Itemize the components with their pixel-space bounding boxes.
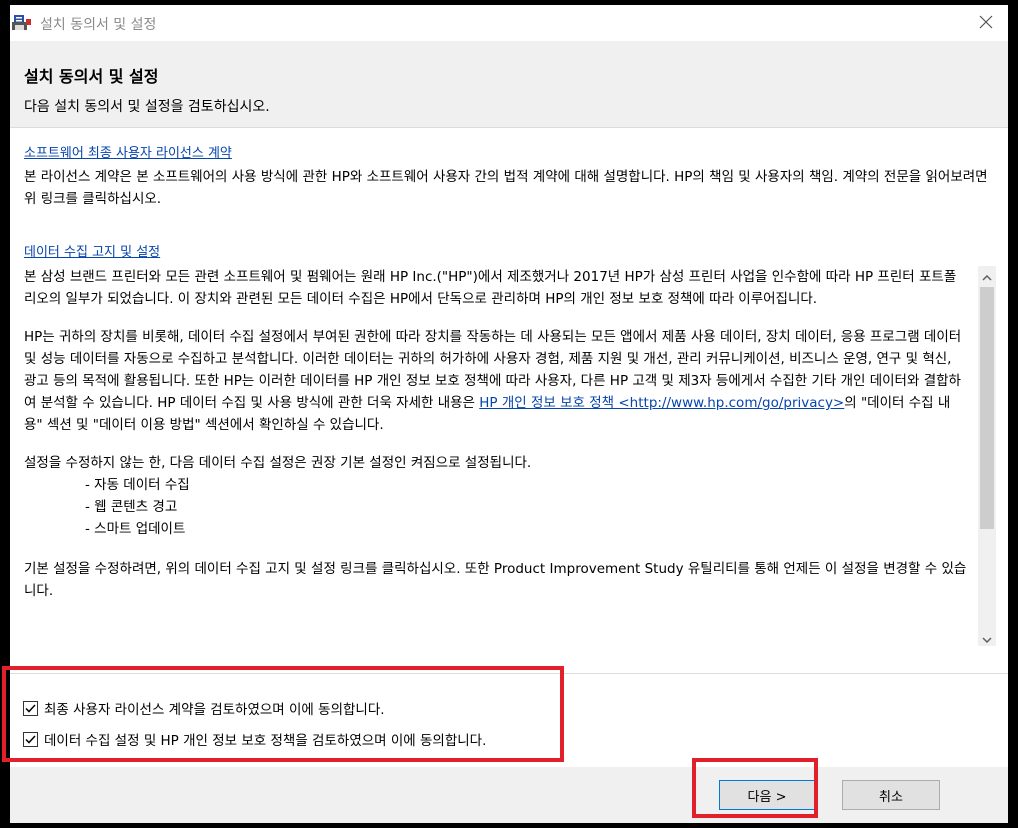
eula-link[interactable]: 소프트웨어 최종 사용자 라이선스 계약 bbox=[24, 142, 232, 161]
printer-installer-icon bbox=[12, 14, 32, 32]
title-bar: 설치 동의서 및 설정 bbox=[10, 5, 1008, 41]
content-pane: 소프트웨어 최종 사용자 라이선스 계약 본 라이선스 계약은 본 소프트웨어의… bbox=[10, 128, 1008, 673]
vertical-scrollbar[interactable] bbox=[978, 266, 996, 646]
eula-description: 본 라이선스 계약은 본 소프트웨어의 사용 방식에 관한 HP와 소프트웨어 … bbox=[24, 169, 988, 207]
next-button-highlight-box bbox=[692, 758, 818, 818]
window-title: 설치 동의서 및 설정 bbox=[40, 17, 157, 33]
default-setting-item: - 웹 콘텐츠 경고 bbox=[85, 499, 178, 515]
data-collection-link[interactable]: 데이터 수집 고지 및 설정 bbox=[24, 241, 160, 260]
notice-paragraph-2: HP는 귀하의 장치를 비롯해, 데이터 수집 설정에서 부여된 권한에 따라 … bbox=[24, 326, 968, 436]
dialog-header: 설치 동의서 및 설정 다음 설치 동의서 및 설정을 검토하십시오. bbox=[10, 41, 1008, 128]
data-collection-text: 본 삼성 브랜드 프린터와 모든 관련 소프트웨어 및 펌웨어는 원래 HP I… bbox=[24, 266, 968, 618]
close-button[interactable] bbox=[964, 5, 1008, 41]
notice-paragraph-1: 본 삼성 브랜드 프린터와 모든 관련 소프트웨어 및 펌웨어는 원래 HP I… bbox=[24, 269, 957, 307]
data-collection-textbox[interactable]: 본 삼성 브랜드 프린터와 모든 관련 소프트웨어 및 펌웨어는 원래 HP I… bbox=[24, 266, 996, 646]
scroll-up-button[interactable] bbox=[978, 266, 996, 284]
scroll-down-button[interactable] bbox=[978, 628, 996, 646]
privacy-policy-link[interactable]: HP 개인 정보 보호 정책 <http://www.hp.com/go/pri… bbox=[479, 395, 844, 411]
notice-paragraph-4: 기본 설정을 수정하려면, 위의 데이터 수집 고지 및 설정 링크를 클릭하십… bbox=[24, 561, 967, 599]
cancel-button[interactable]: 취소 bbox=[842, 780, 940, 810]
default-setting-item: - 스마트 업데이트 bbox=[85, 521, 186, 537]
checkbox-highlight-box bbox=[2, 666, 564, 762]
default-setting-item: - 자동 데이터 수집 bbox=[85, 477, 190, 493]
scrollbar-thumb[interactable] bbox=[980, 287, 994, 529]
notice-paragraph-3: 설정을 수정하지 않는 한, 다음 데이터 수집 설정은 권장 기본 설정인 켜… bbox=[24, 455, 532, 471]
header-subtitle: 다음 설치 동의서 및 설정을 검토하십시오. bbox=[24, 99, 270, 115]
chevron-up-icon bbox=[982, 266, 992, 285]
header-title: 설치 동의서 및 설정 bbox=[24, 67, 159, 86]
chevron-down-icon bbox=[982, 628, 992, 647]
close-icon bbox=[979, 14, 993, 33]
